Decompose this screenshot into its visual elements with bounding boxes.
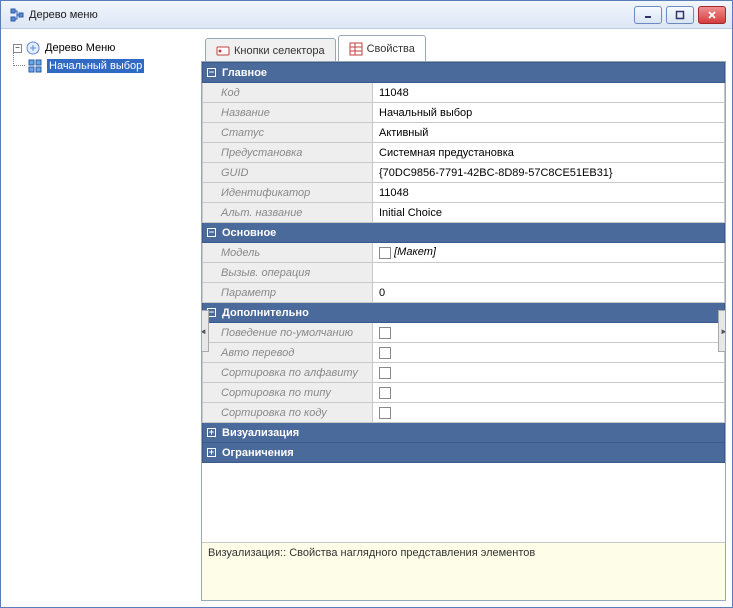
prop-label: Предустановка bbox=[203, 143, 373, 163]
tab-selector-label: Кнопки селектора bbox=[234, 45, 325, 57]
minimize-button[interactable] bbox=[634, 6, 662, 24]
selector-tab-icon bbox=[216, 44, 230, 58]
prop-label: Сортировка по коду bbox=[203, 403, 373, 423]
properties-grid: −Главное Код11048 НазваниеНачальный выбо… bbox=[202, 62, 725, 463]
prop-row: Сортировка по алфавиту bbox=[203, 363, 725, 383]
prop-label: Статус bbox=[203, 123, 373, 143]
prop-row: Идентификатор11048 bbox=[203, 183, 725, 203]
prop-label: Сортировка по алфавиту bbox=[203, 363, 373, 383]
titlebar[interactable]: Дерево меню bbox=[1, 1, 732, 29]
group-basic-header[interactable]: −Основное bbox=[203, 223, 725, 243]
prop-label: Авто перевод bbox=[203, 343, 373, 363]
prop-label: Вызыв. операция bbox=[203, 263, 373, 283]
prop-row: Авто перевод bbox=[203, 343, 725, 363]
tab-properties[interactable]: Свойства bbox=[338, 35, 426, 61]
prop-value[interactable]: Активный bbox=[373, 123, 725, 143]
prop-row: НазваниеНачальный выбор bbox=[203, 103, 725, 123]
prop-value[interactable] bbox=[373, 403, 725, 423]
prop-value[interactable]: {70DC9856-7791-42BC-8D89-57C8CE51EB31} bbox=[373, 163, 725, 183]
tab-selector-buttons[interactable]: Кнопки селектора bbox=[205, 38, 336, 62]
prop-label: Сортировка по типу bbox=[203, 383, 373, 403]
prop-row: Сортировка по коду bbox=[203, 403, 725, 423]
prop-value[interactable]: Начальный выбор bbox=[373, 103, 725, 123]
menu-root-icon bbox=[25, 40, 41, 56]
checkbox[interactable] bbox=[379, 347, 391, 359]
checkbox[interactable] bbox=[379, 367, 391, 379]
checkbox[interactable] bbox=[379, 327, 391, 339]
checkbox[interactable] bbox=[379, 247, 391, 259]
prop-row: Поведение по-умолчанию bbox=[203, 323, 725, 343]
tree-app-icon bbox=[9, 7, 25, 23]
tree-root-node[interactable]: − Дерево Меню bbox=[9, 39, 195, 57]
prop-label: Идентификатор bbox=[203, 183, 373, 203]
tree-root-label: Дерево Меню bbox=[45, 42, 115, 54]
prop-label: Альт. название bbox=[203, 203, 373, 223]
hint-bar: Визуализация:: Свойства наглядного предс… bbox=[202, 542, 725, 600]
prop-value[interactable] bbox=[373, 363, 725, 383]
prop-value[interactable]: 11048 bbox=[373, 183, 725, 203]
prop-label: Код bbox=[203, 83, 373, 103]
prop-row: Параметр0 bbox=[203, 283, 725, 303]
group-visual-header[interactable]: +Визуализация bbox=[203, 423, 725, 443]
group-main-header[interactable]: −Главное bbox=[203, 63, 725, 83]
grid-item-icon bbox=[27, 58, 43, 74]
prop-row: Сортировка по типу bbox=[203, 383, 725, 403]
tree-child-label: Начальный выбор bbox=[47, 59, 144, 73]
app-window: Дерево меню − Дерево Меню bbox=[0, 0, 733, 608]
tab-properties-label: Свойства bbox=[367, 43, 415, 55]
prop-label: Название bbox=[203, 103, 373, 123]
scroll-right-button[interactable]: ► bbox=[718, 310, 725, 352]
prop-row: СтатусАктивный bbox=[203, 123, 725, 143]
prop-row: GUID{70DC9856-7791-42BC-8D89-57C8CE51EB3… bbox=[203, 163, 725, 183]
hint-text: Визуализация:: Свойства наглядного предс… bbox=[208, 547, 535, 559]
prop-value[interactable] bbox=[373, 343, 725, 363]
group-restrict-header[interactable]: +Ограничения bbox=[203, 443, 725, 463]
window-title: Дерево меню bbox=[29, 9, 98, 21]
prop-value[interactable] bbox=[373, 323, 725, 343]
checkbox[interactable] bbox=[379, 387, 391, 399]
prop-label: GUID bbox=[203, 163, 373, 183]
group-extra-header[interactable]: −Дополнительно bbox=[203, 303, 725, 323]
tab-strip: Кнопки селектора Свойства bbox=[201, 35, 726, 61]
prop-value[interactable]: 11048 bbox=[373, 83, 725, 103]
prop-row: Модель [Макет] bbox=[203, 243, 725, 263]
prop-row: Альт. названиеInitial Choice bbox=[203, 203, 725, 223]
checkbox[interactable] bbox=[379, 407, 391, 419]
properties-tab-icon bbox=[349, 42, 363, 56]
tree-view[interactable]: − Дерево Меню Начальный выбор bbox=[7, 35, 197, 601]
scroll-left-button[interactable]: ◄ bbox=[202, 310, 209, 352]
details-pane: Кнопки селектора Свойства ◄ ► −Глав bbox=[201, 35, 726, 601]
tree-child-node[interactable]: Начальный выбор bbox=[9, 57, 195, 75]
prop-label: Поведение по-умолчанию bbox=[203, 323, 373, 343]
close-button[interactable] bbox=[698, 6, 726, 24]
properties-panel: ◄ ► −Главное Код11048 НазваниеНачальный … bbox=[201, 61, 726, 601]
prop-value[interactable] bbox=[373, 263, 725, 283]
prop-label: Параметр bbox=[203, 283, 373, 303]
prop-value[interactable] bbox=[373, 383, 725, 403]
prop-value[interactable]: Системная предустановка bbox=[373, 143, 725, 163]
prop-value[interactable]: 0 bbox=[373, 283, 725, 303]
prop-row: ПредустановкаСистемная предустановка bbox=[203, 143, 725, 163]
prop-value[interactable]: Initial Choice bbox=[373, 203, 725, 223]
prop-row: Код11048 bbox=[203, 83, 725, 103]
prop-label: Модель bbox=[203, 243, 373, 263]
prop-value[interactable]: [Макет] bbox=[373, 243, 725, 263]
prop-row: Вызыв. операция bbox=[203, 263, 725, 283]
maximize-button[interactable] bbox=[666, 6, 694, 24]
